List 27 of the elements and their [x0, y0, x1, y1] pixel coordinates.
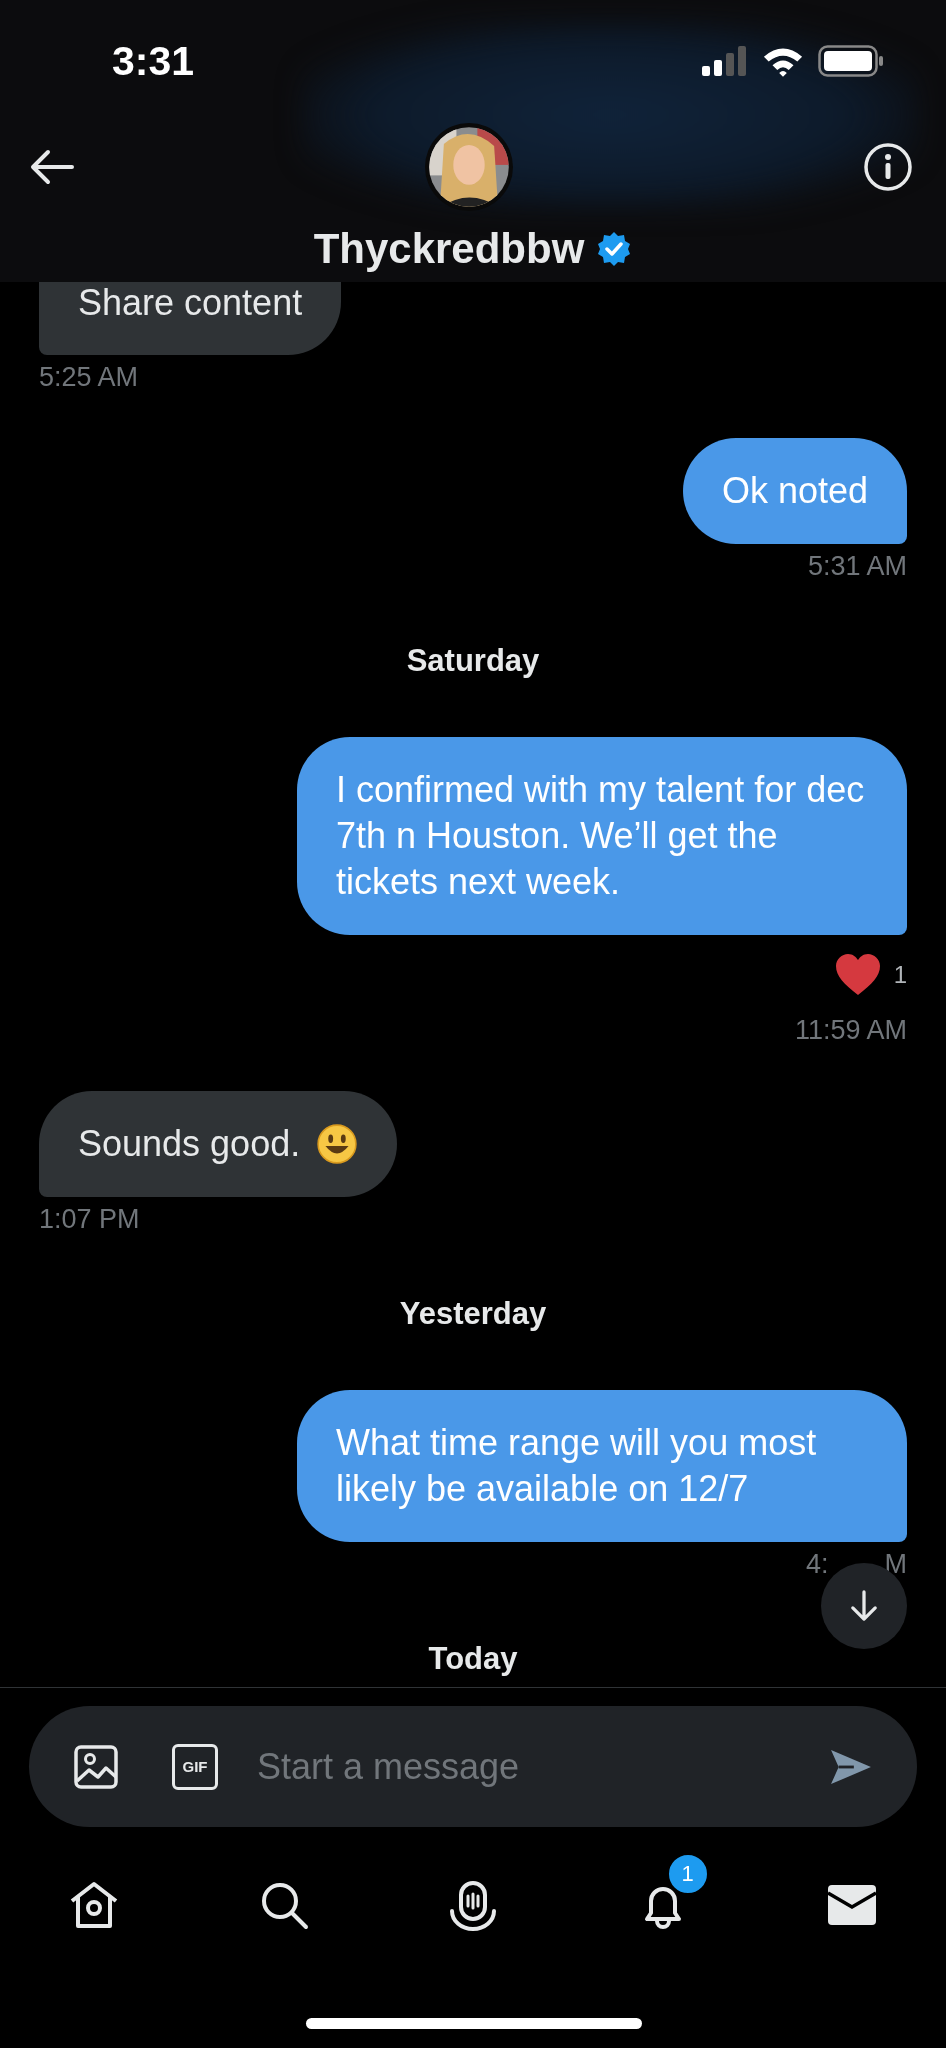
gif-button[interactable]: GIF: [172, 1743, 218, 1790]
message-bubble[interactable]: Sounds good.: [39, 1091, 398, 1197]
timestamp: 1:07 PM: [39, 1204, 140, 1234]
back-arrow-icon[interactable]: [30, 149, 74, 185]
send-icon[interactable]: [829, 1747, 873, 1786]
timestamp: 5:25 AM: [39, 362, 139, 392]
message-bubble[interactable]: Share content: [39, 282, 342, 355]
home-icon[interactable]: [68, 1879, 120, 1931]
day-divider-label: Yesterday: [398, 1296, 548, 1332]
battery-icon: [818, 45, 884, 77]
info-icon[interactable]: [863, 142, 913, 192]
message-field[interactable]: GIF Start a message: [29, 1706, 917, 1827]
day-divider-label: Today: [427, 1641, 519, 1677]
heart-icon[interactable]: [833, 953, 882, 997]
timestamp-fragment: M: [884, 1549, 907, 1579]
microphone-icon[interactable]: [447, 1879, 499, 1931]
day-divider-label: Saturday: [405, 643, 541, 679]
timestamp: 11:59 AM: [794, 1015, 907, 1045]
contact-name[interactable]: Thyckredbbw: [313, 225, 585, 273]
notification-badge: 1: [666, 1853, 709, 1895]
timestamp-fragment: 4:: [805, 1549, 829, 1579]
arrow-down-icon: [850, 1589, 878, 1623]
reaction-count: 1: [893, 961, 907, 989]
status-time: 3:31: [112, 37, 195, 85]
timestamp: 5:31 AM: [807, 551, 907, 581]
signal-icon: [702, 46, 748, 76]
image-icon[interactable]: [73, 1743, 119, 1790]
